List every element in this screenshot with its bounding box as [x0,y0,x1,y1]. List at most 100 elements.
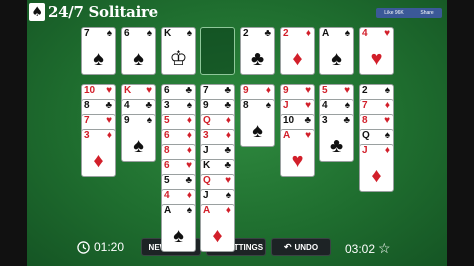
card-suit-icon: ♠ [106,28,112,39]
card-rank: 9 [283,85,289,96]
star-icon[interactable]: ☆ [378,240,391,257]
undo-icon: ↶ [283,241,292,252]
card-suit-icon: ♦ [384,145,390,156]
card-suit-icon: ♠ [225,190,231,201]
card-center-suit-icon: ♠ [173,225,184,247]
reserve-card[interactable]: 2 ♣ ♣ [240,27,275,75]
card-rank: 5 [164,175,170,186]
card-suit-icon: ♦ [186,115,192,126]
card-suit-icon: ♦ [186,145,192,156]
reserve-card[interactable]: 2 ♦ ♦ [280,27,315,75]
card-suit-icon: ♠ [186,205,192,216]
card-rank: 9 [203,100,209,111]
card-center-suit-icon: ♠ [331,48,342,70]
app-logo[interactable]: ♠ 24/7 Solitaire [29,2,158,22]
tableau-card[interactable]: A ♥ ♥ [280,129,315,177]
reserve-card[interactable]: K ♠ ♔ [161,27,196,75]
card-suit-icon: ♣ [343,115,350,126]
score-timer: 03:02 ☆ [345,240,391,257]
card-center-suit-icon: ♣ [250,48,265,70]
card-suit-icon: ♦ [305,28,311,39]
card-rank: 8 [243,100,249,111]
card-rank: J [283,100,289,111]
card-center-suit-icon: ♠ [93,48,104,70]
reserve-card[interactable]: 4 ♥ ♥ [359,27,394,75]
card-suit-icon: ♣ [224,145,231,156]
card-rank: J [362,145,368,156]
card-suit-icon: ♥ [186,160,192,171]
card-suit-icon: ♣ [224,85,231,96]
reserve-card[interactable]: 7 ♠ ♠ [81,27,116,75]
card-rank: 7 [84,115,90,126]
right-letterbox [447,0,474,266]
card-suit-icon: ♥ [305,85,311,96]
card-rank: 4 [322,100,328,111]
tableau-card[interactable]: A ♦ ♦ [200,204,235,252]
tableau-card[interactable]: J ♦ ♦ [359,144,394,192]
card-rank: 6 [164,130,170,141]
card-rank: 3 [84,130,90,141]
app-title: 24/7 Solitaire [48,3,158,21]
card-center-suit-icon: ♦ [371,165,382,187]
card-suit-icon: ♠ [146,115,152,126]
bottom-toolbar: 01:20 NEW GAME 🔧 SETTINGS ↶ UNDO 03:02 ☆ [27,236,447,260]
card-suit-icon: ♥ [384,28,390,39]
card-center-suit-icon: ♥ [291,150,304,172]
card-suit-icon: ♦ [106,130,112,141]
card-rank: J [203,190,209,201]
card-suit-icon: ♥ [305,130,311,141]
tableau-card[interactable]: 8 ♠ ♠ [240,99,275,147]
card-rank: 2 [362,85,368,96]
card-rank: 3 [203,130,209,141]
card-center-suit-icon: ♥ [370,48,383,70]
card-rank: A [164,205,172,216]
card-suit-icon: ♦ [186,130,192,141]
card-suit-icon: ♣ [105,100,112,111]
card-center-suit-icon: ♠ [133,135,144,157]
card-rank: Q [203,175,211,186]
card-suit-icon: ♦ [186,190,192,201]
card-rank: A [203,205,211,216]
card-center-suit-icon: ♦ [292,48,303,70]
facebook-widget[interactable]: Like 96K Share [376,8,442,18]
card-rank: K [203,160,211,171]
card-rank: 4 [164,190,170,201]
reserve-card[interactable]: A ♠ ♠ [319,27,354,75]
undo-button[interactable]: ↶ UNDO [271,238,331,256]
card-rank: 9 [243,85,249,96]
card-suit-icon: ♦ [384,100,390,111]
empty-card-slot[interactable] [200,27,235,75]
card-suit-icon: ♦ [225,130,231,141]
card-rank: 8 [362,115,368,126]
card-rank: A [322,28,330,39]
card-suit-icon: ♥ [384,115,390,126]
score-time: 03:02 [345,241,376,256]
card-suit-icon: ♠ [186,100,192,111]
reserve-card[interactable]: 6 ♠ ♠ [121,27,156,75]
card-center-suit-icon: ♠ [252,120,263,142]
left-letterbox [0,0,30,266]
card-suit-icon: ♥ [106,115,112,126]
card-rank: 4 [362,28,368,39]
card-rank: 9 [124,115,130,126]
card-center-suit-icon: ♦ [93,150,104,172]
tableau-card[interactable]: 3 ♦ ♦ [81,129,116,177]
fb-like-button[interactable]: Like 96K [384,10,403,16]
tableau-card[interactable]: A ♠ ♠ [161,204,196,252]
card-rank: K [164,28,172,39]
tableau-card[interactable]: 9 ♠ ♠ [121,114,156,162]
undo-label: UNDO [294,242,319,252]
card-suit-icon: ♠ [344,100,350,111]
card-suit-icon: ♥ [146,85,152,96]
card-center-suit-icon: ♠ [133,48,144,70]
clock-icon [77,240,90,254]
card-rank: 8 [84,100,90,111]
fb-share-button[interactable]: Share [420,10,433,16]
card-rank: Q [203,115,211,126]
card-suit-icon: ♦ [225,115,231,126]
card-suit-icon: ♣ [224,100,231,111]
card-rank: 7 [84,28,90,39]
spade-logo-icon: ♠ [29,3,45,21]
tableau-card[interactable]: 3 ♣ ♣ [319,114,354,162]
card-rank: 3 [164,100,170,111]
